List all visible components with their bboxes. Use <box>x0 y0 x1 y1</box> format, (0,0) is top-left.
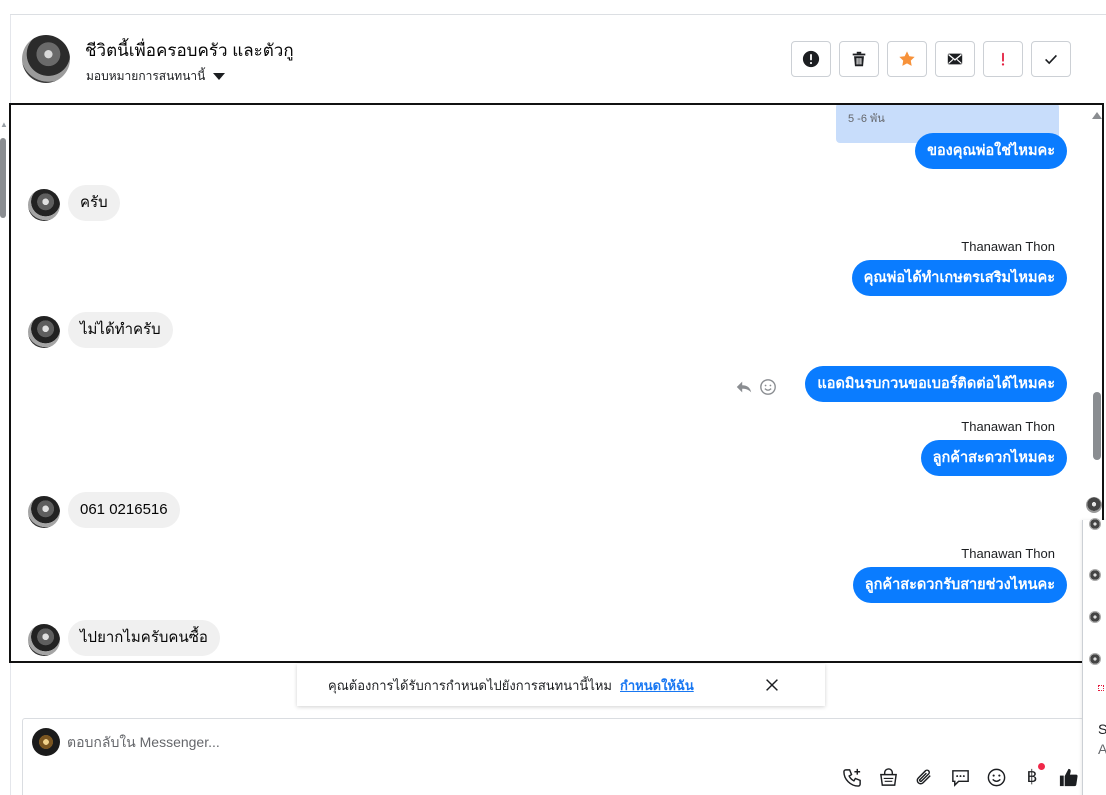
paperclip-icon <box>916 769 931 784</box>
message-thread[interactable]: 5 -6 พัน ของคุณพ่อใช่ไหมคะ ครับ Thanawan… <box>9 103 1104 663</box>
delete-button[interactable] <box>839 41 879 77</box>
reply-icon[interactable] <box>735 378 753 396</box>
quoted-text: 5 -6 พัน <box>848 113 885 125</box>
notification-dot <box>1038 763 1045 770</box>
incoming-message[interactable]: 061 0216516 <box>68 492 180 528</box>
contact-avatar-small <box>28 496 60 528</box>
outgoing-message[interactable]: ลูกค้าสะดวกไหมคะ <box>920 440 1067 476</box>
side-panel-text: S <box>1098 721 1106 737</box>
incoming-message[interactable]: ไปยากไมครับคนซื้อ <box>68 620 220 656</box>
outgoing-message[interactable]: ของคุณพ่อใช่ไหมคะ <box>915 133 1067 169</box>
exclamation-icon <box>1001 52 1005 66</box>
conversation-title[interactable]: ชีวิตนี้เพื่อครอบครัว และตัวกู <box>85 37 294 64</box>
thread-scrollbar-thumb[interactable] <box>1093 392 1101 460</box>
assign-label: มอบหมายการสนทนานี้ <box>86 69 206 83</box>
emoji-button[interactable] <box>985 766 1007 788</box>
trash-icon <box>852 51 866 67</box>
side-panel-avatar[interactable] <box>1086 497 1102 513</box>
call-button[interactable] <box>841 766 863 788</box>
assign-suggestion-bar: คุณต้องการได้รับการกำหนดไปยังการสนทนานี้… <box>297 664 825 706</box>
follow-up-button[interactable] <box>983 41 1023 77</box>
alert-circle-icon <box>802 50 820 68</box>
mark-unread-button[interactable] <box>935 41 975 77</box>
baht-icon: ฿ <box>1026 767 1038 786</box>
side-panel: S A <box>1082 518 1106 795</box>
side-list-avatar <box>1089 569 1101 581</box>
outgoing-message[interactable]: แอดมินรบกวนขอเบอร์ติดต่อได้ไหมคะ <box>805 366 1067 402</box>
contact-avatar[interactable] <box>22 35 70 83</box>
sender-name: Thanawan Thon <box>961 239 1055 254</box>
phone-plus-icon <box>842 768 861 787</box>
star-button[interactable] <box>887 41 927 77</box>
caret-down-icon <box>213 73 226 80</box>
side-alert-marker <box>1098 685 1104 691</box>
contact-avatar-small <box>28 624 60 656</box>
reply-composer: ฿ <box>22 718 1084 795</box>
assign-to-me-link[interactable]: กำหนดให้ฉัน <box>620 675 694 696</box>
chat-bubble-icon <box>951 769 969 787</box>
suggestion-text: คุณต้องการได้รับการกำหนดไปยังการสนทนานี้… <box>328 677 612 693</box>
page-avatar <box>32 728 60 756</box>
envelope-icon <box>947 53 963 65</box>
sender-name: Thanawan Thon <box>961 546 1055 561</box>
incoming-message[interactable]: ไม่ได้ทำครับ <box>68 312 173 348</box>
star-icon <box>899 51 915 66</box>
attach-button[interactable] <box>913 766 935 788</box>
shopping-bag-icon <box>879 767 897 786</box>
side-list-avatar <box>1089 611 1101 623</box>
emoji-react-icon[interactable] <box>759 378 777 396</box>
thread-scroll-up-icon[interactable] <box>1092 112 1102 119</box>
inbox-conversation-view: ▲ ชีวิตนี้เพื่อครอบครัว และตัวกู มอบหมาย… <box>0 0 1106 795</box>
top-divider <box>10 0 1106 15</box>
thumbs-up-icon <box>1059 768 1078 786</box>
conversation-toolbar <box>791 41 1071 77</box>
like-button[interactable] <box>1057 766 1079 788</box>
assign-dropdown[interactable]: มอบหมายการสนทนานี้ <box>86 67 226 86</box>
conversation-header: ชีวิตนี้เพื่อครอบครัว และตัวกู มอบหมายกา… <box>10 15 1104 103</box>
emoji-icon <box>987 768 1005 786</box>
scroll-up-arrow-icon[interactable]: ▲ <box>0 120 8 130</box>
reply-input[interactable] <box>67 729 667 755</box>
side-list-avatar <box>1089 518 1101 530</box>
composer-toolbar: ฿ <box>841 763 1079 788</box>
incoming-message[interactable]: ครับ <box>68 185 120 221</box>
outgoing-message[interactable]: ลูกค้าสะดวกรับสายช่วงไหนคะ <box>852 567 1067 603</box>
side-list-avatar <box>1089 653 1101 665</box>
close-icon[interactable] <box>763 676 781 694</box>
mark-done-button[interactable] <box>1031 41 1071 77</box>
shop-button[interactable] <box>877 766 899 788</box>
left-scrollbar-thumb[interactable] <box>0 138 6 218</box>
outgoing-message[interactable]: คุณพ่อได้ทำเกษตรเสริมไหมคะ <box>851 260 1067 296</box>
message-actions <box>735 378 777 396</box>
contact-avatar-small <box>28 316 60 348</box>
mark-spam-button[interactable] <box>791 41 831 77</box>
payment-button[interactable]: ฿ <box>1021 763 1045 788</box>
sender-name: Thanawan Thon <box>961 419 1055 434</box>
side-panel-subtext: A <box>1098 741 1106 757</box>
contact-avatar-small <box>28 189 60 221</box>
saved-replies-button[interactable] <box>949 766 971 788</box>
check-icon <box>1045 54 1057 65</box>
